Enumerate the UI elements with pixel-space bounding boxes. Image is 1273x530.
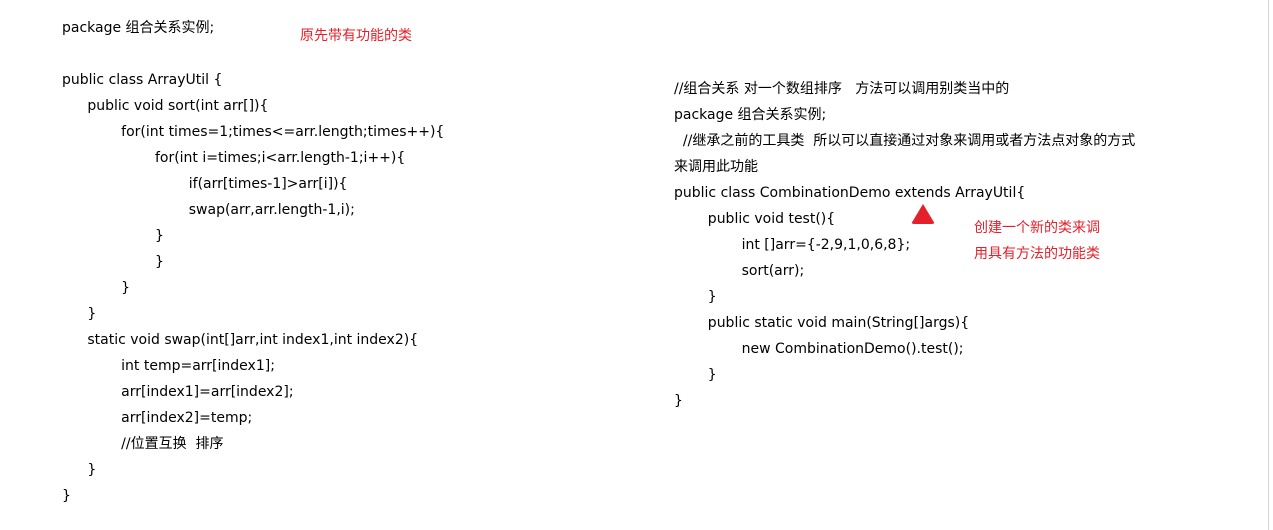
code-line: } <box>62 488 71 504</box>
code-line: for(int times=1;times<=arr.length;times+… <box>90 124 445 140</box>
code-line: public void sort(int arr[]){ <box>74 98 269 114</box>
annotation-original-class: 原先带有功能的类 <box>300 28 412 44</box>
code-line: sort(arr); <box>706 263 805 279</box>
code-comment-line: 来调用此功能 <box>674 159 758 175</box>
code-line: new CombinationDemo().test(); <box>706 341 964 357</box>
code-line: } <box>106 228 164 244</box>
annotation-new-class-line2: 用具有方法的功能类 <box>974 246 1100 262</box>
code-line: package 组合关系实例; <box>62 20 215 36</box>
code-line: int temp=arr[index1]; <box>90 358 275 374</box>
code-line: public class CombinationDemo extends Arr… <box>674 185 1026 201</box>
code-comment-line: //位置互换 排序 <box>90 436 224 452</box>
code-line: public class ArrayUtil { <box>62 72 223 88</box>
code-line: } <box>106 254 164 270</box>
code-line: arr[index2]=temp; <box>90 410 253 426</box>
code-line: public static void main(String[]args){ <box>690 315 970 331</box>
annotation-new-class-line1: 创建一个新的类来调 <box>974 220 1100 236</box>
code-line: package 组合关系实例; <box>674 107 827 123</box>
code-line: } <box>74 462 97 478</box>
code-comment-line: //继承之前的工具类 所以可以直接通过对象来调用或者方法点对象的方式 <box>674 133 1136 149</box>
code-line: } <box>74 306 97 322</box>
code-comment-line: //组合关系 对一个数组排序 方法可以调用别类当中的 <box>674 81 1010 97</box>
code-line: for(int i=times;i<arr.length-1;i++){ <box>106 150 406 166</box>
code-line: arr[index1]=arr[index2]; <box>90 384 294 400</box>
code-line: } <box>674 393 683 409</box>
code-line: if(arr[times-1]>arr[i]){ <box>122 176 348 192</box>
code-line: } <box>90 280 131 296</box>
code-line: } <box>690 367 717 383</box>
code-line: int []arr={-2,9,1,0,6,8}; <box>706 237 911 253</box>
arrow-up-icon <box>911 204 935 224</box>
code-line: swap(arr,arr.length-1,i); <box>122 202 355 218</box>
code-line: static void swap(int[]arr,int index1,int… <box>74 332 419 348</box>
right-border <box>1268 0 1269 530</box>
code-line: public void test(){ <box>690 211 836 227</box>
code-line: } <box>690 289 717 305</box>
